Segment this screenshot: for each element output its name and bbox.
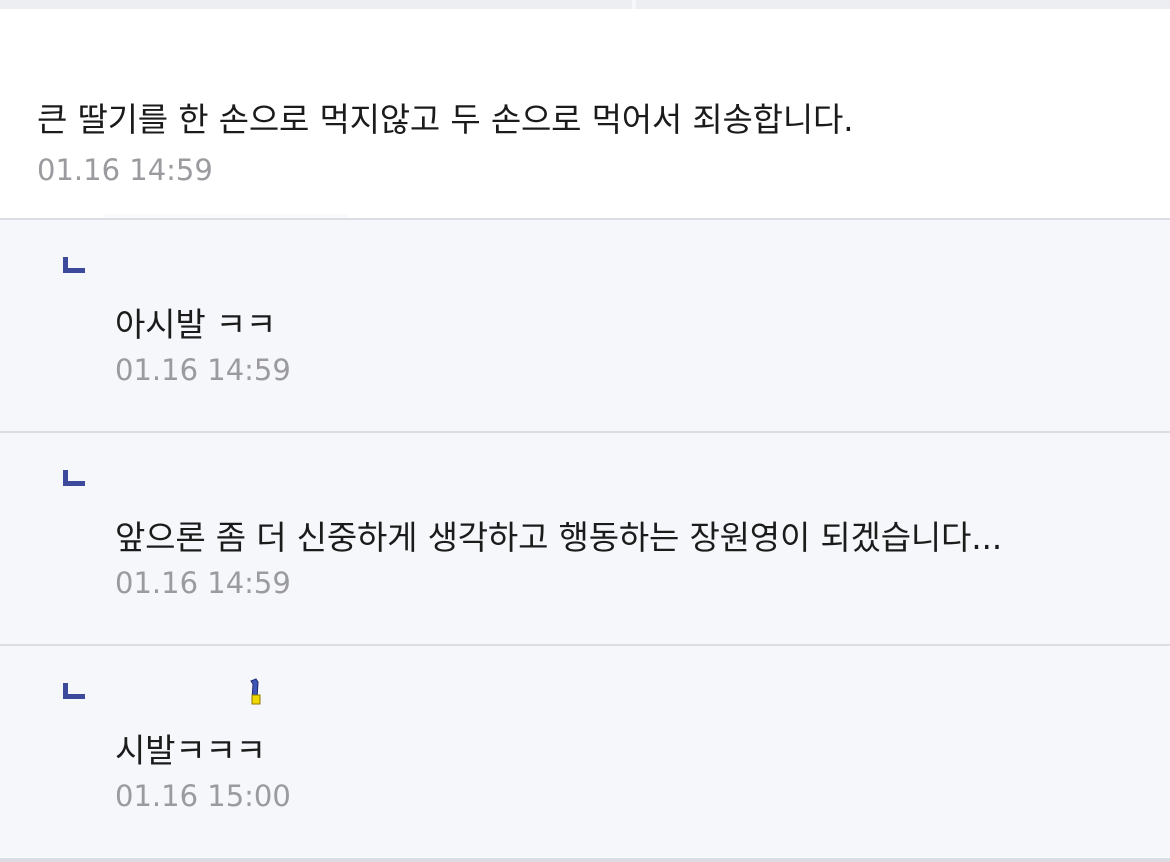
- reply-item[interactable]: 앞으론 좀 더 신중하게 생각하고 행동하는 장원영이 되겠습니다... 01.…: [0, 431, 1170, 644]
- comment-text: 큰 딸기를 한 손으로 먹지않고 두 손으로 먹어서 죄송합니다.: [37, 100, 854, 139]
- reply-timestamp: 01.16 14:59: [115, 566, 291, 600]
- reply-text: 아시발 ㅋㅋ: [115, 305, 277, 344]
- emblem-icon: [247, 677, 263, 707]
- reply-arrow-icon: [63, 257, 85, 273]
- reply-arrow-icon: [63, 470, 85, 486]
- bottom-divider: [0, 858, 1170, 862]
- reply-item[interactable]: 시발ㅋㅋㅋ 01.16 15:00: [0, 644, 1170, 857]
- comment-timestamp: 01.16 14:59: [37, 153, 213, 187]
- reply-timestamp: 01.16 14:59: [115, 353, 291, 387]
- reply-timestamp: 01.16 15:00: [115, 779, 291, 813]
- divider-gap: [632, 0, 636, 9]
- reply-arrow-icon: [63, 683, 85, 699]
- reply-text: 앞으론 좀 더 신중하게 생각하고 행동하는 장원영이 되겠습니다...: [115, 518, 1003, 557]
- reply-text: 시발ㅋㅋㅋ: [115, 731, 266, 770]
- top-divider: [0, 0, 1170, 9]
- comment-item[interactable]: 큰 딸기를 한 손으로 먹지않고 두 손으로 먹어서 죄송합니다. 01.16 …: [0, 9, 1170, 218]
- reply-item[interactable]: 아시발 ㅋㅋ 01.16 14:59: [0, 218, 1170, 431]
